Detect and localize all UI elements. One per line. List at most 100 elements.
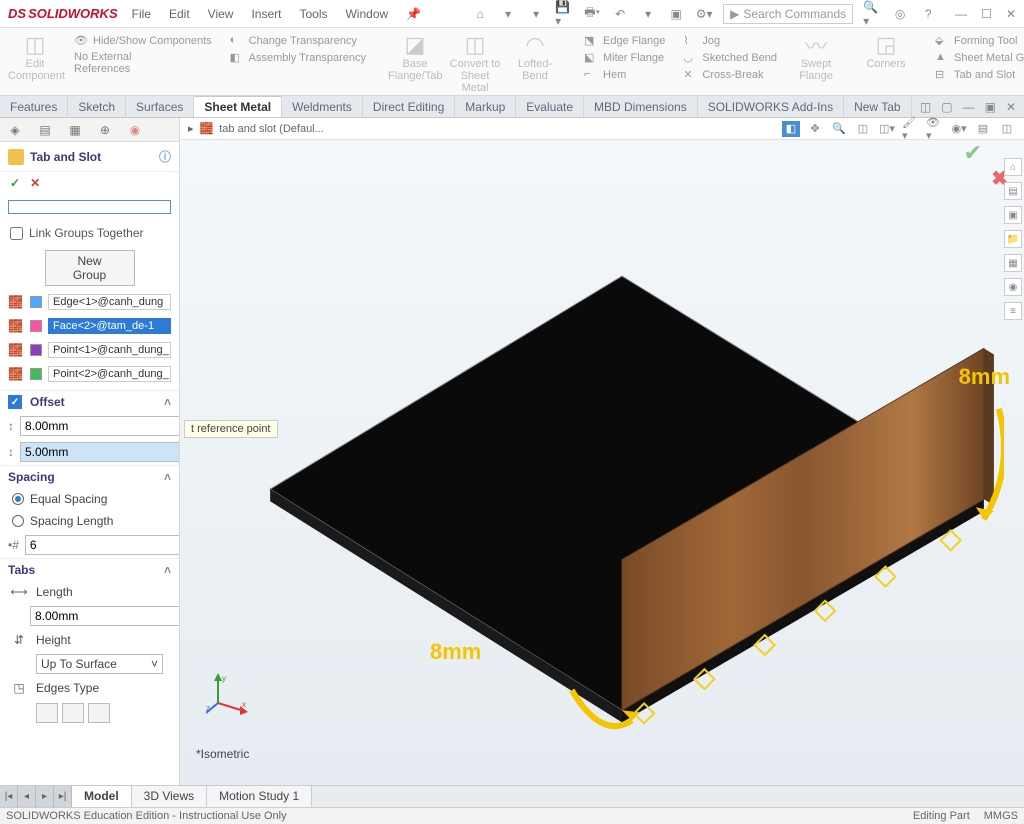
view-cube-icon[interactable]: ◧ <box>782 121 800 137</box>
tab-direct-editing[interactable]: Direct Editing <box>363 96 455 117</box>
spacing-section[interactable]: Spacing˄ <box>0 465 179 488</box>
menu-pin-icon[interactable]: 📌 <box>406 7 421 21</box>
options-icon[interactable]: ⚙▾ <box>695 5 713 23</box>
ok-indicator-icon[interactable]: ✔ <box>964 140 982 166</box>
change-transparency[interactable]: ◐Change Transparency <box>230 34 366 48</box>
task-pane[interactable]: ⌂ ▤ ▣ 📁 ▦ ◉ ≡ <box>1004 158 1024 320</box>
search-glass-icon[interactable]: 🔍▾ <box>863 5 881 23</box>
select-icon[interactable]: ▾ <box>639 5 657 23</box>
doc-name[interactable]: tab and slot (Defaul... <box>219 123 324 135</box>
appearances-icon[interactable]: ◉ <box>1004 278 1022 296</box>
no-external-references[interactable]: No External <box>74 51 212 63</box>
equal-spacing-radio[interactable]: Equal Spacing <box>12 492 167 506</box>
offset-section[interactable]: ✓Offset˄ <box>0 390 179 413</box>
capture-icon[interactable]: ◫ <box>998 121 1016 137</box>
appear-icon[interactable]: ◉▾ <box>950 121 968 137</box>
menu-view[interactable]: View <box>208 7 234 21</box>
file-explorer-icon[interactable]: 📁 <box>1004 230 1022 248</box>
view-palette-icon[interactable]: ▦ <box>1004 254 1022 272</box>
home-icon[interactable]: ⌂ <box>471 5 489 23</box>
cancel-button[interactable]: ✕ <box>30 176 40 190</box>
panel-help-icon[interactable]: ⓘ <box>159 148 171 165</box>
status-units[interactable]: MMGS <box>984 810 1018 822</box>
scene-icon[interactable]: 🖌▾ <box>902 121 920 137</box>
save-icon[interactable]: 💾▾ <box>555 5 573 23</box>
new-group-button[interactable]: New Group <box>45 250 135 286</box>
cascade-icon[interactable]: ▢ <box>941 100 952 114</box>
new-icon[interactable]: ▾ <box>499 5 517 23</box>
tab-evaluate[interactable]: Evaluate <box>516 96 584 117</box>
3d-viewport[interactable]: ▸ 🧱 tab and slot (Defaul... ◧ ✥ 🔍 ◫ ◫▾ 🖌… <box>180 118 1024 785</box>
tabs-length-input[interactable]: ▴▾ <box>30 606 171 626</box>
search-commands[interactable]: ▶Search Commands <box>723 4 853 24</box>
panel-tab-dim-icon[interactable]: ⊕ <box>90 123 120 137</box>
max-doc-icon[interactable]: ▣ <box>985 100 996 114</box>
undo-icon[interactable]: ↶ <box>611 5 629 23</box>
tab-mbd[interactable]: MBD Dimensions <box>584 96 698 117</box>
offset-1-input[interactable]: ↕▴▾ <box>8 416 171 436</box>
panel-tab-feature-icon[interactable]: ◈ <box>0 123 30 137</box>
spacing-count-input[interactable]: •#▴▾ <box>8 535 171 555</box>
tab-sketch[interactable]: Sketch <box>68 96 126 117</box>
menu-edit[interactable]: Edit <box>169 7 190 21</box>
panel-tab-config-icon[interactable]: ▤ <box>30 123 60 137</box>
spacing-length-radio[interactable]: Spacing Length <box>12 514 167 528</box>
selection-point1[interactable]: 🧱Point<1>@canh_dung_ <box>8 342 171 358</box>
tab-new[interactable]: New Tab <box>844 96 911 117</box>
section-icon[interactable]: ◫ <box>854 121 872 137</box>
hide-show-components[interactable]: 👁Hide/Show Components <box>74 34 212 48</box>
btab-first[interactable]: |◂ <box>0 786 18 807</box>
view-tool-icon[interactable]: ✥ <box>806 121 824 137</box>
offset-2-input[interactable]: ↕▴▾ <box>8 442 171 462</box>
minimize-doc-icon[interactable]: — <box>963 100 975 114</box>
link-groups-checkbox[interactable]: Link Groups Together <box>10 226 169 240</box>
resources-icon[interactable]: ▤ <box>1004 182 1022 200</box>
user-icon[interactable]: ◎ <box>891 5 909 23</box>
home-pane-icon[interactable]: ⌂ <box>1004 158 1022 176</box>
tab-features[interactable]: Features <box>0 96 68 117</box>
custom-props-icon[interactable]: ≡ <box>1004 302 1022 320</box>
assembly-transparency[interactable]: ◧Assembly Transparency <box>230 51 366 65</box>
btab-next[interactable]: ▸ <box>36 786 54 807</box>
minimize-button[interactable]: — <box>955 7 967 21</box>
orientation-triad[interactable]: y x z <box>206 671 250 715</box>
panel-tab-appear-icon[interactable]: ◉ <box>120 123 150 137</box>
open-icon[interactable]: ▾ <box>527 5 545 23</box>
menu-file[interactable]: File <box>132 7 151 21</box>
maximize-button[interactable]: ☐ <box>981 7 992 21</box>
edge-type-buttons[interactable] <box>36 703 143 723</box>
tile-icon[interactable]: ◫ <box>920 100 931 114</box>
group-header[interactable] <box>8 200 171 214</box>
tab-surfaces[interactable]: Surfaces <box>126 96 194 117</box>
tree-arrow-icon[interactable]: ▸ <box>188 122 194 135</box>
rebuild-icon[interactable]: ▣ <box>667 5 685 23</box>
bottom-tab-model[interactable]: Model <box>72 786 132 807</box>
print-icon[interactable]: 🖶▾ <box>583 5 601 23</box>
tab-markup[interactable]: Markup <box>455 96 516 117</box>
render-icon[interactable]: ▤ <box>974 121 992 137</box>
tabs-section[interactable]: Tabs˄ <box>0 558 179 581</box>
display-style-icon[interactable]: ◫▾ <box>878 121 896 137</box>
zoom-icon[interactable]: 🔍 <box>830 121 848 137</box>
edit-component-button[interactable]: ◫EditComponent <box>8 32 62 82</box>
height-select[interactable]: Up To Surface˅ <box>36 654 163 674</box>
bottom-tab-3dviews[interactable]: 3D Views <box>132 786 207 807</box>
menu-insert[interactable]: Insert <box>251 7 281 21</box>
tab-addins[interactable]: SOLIDWORKS Add-Ins <box>698 96 844 117</box>
panel-tab-display-icon[interactable]: ▦ <box>60 123 90 137</box>
help-icon[interactable]: ? <box>919 5 937 23</box>
design-lib-icon[interactable]: ▣ <box>1004 206 1022 224</box>
btab-last[interactable]: ▸| <box>54 786 72 807</box>
close-doc-icon[interactable]: ✕ <box>1006 100 1016 114</box>
selection-edge[interactable]: 🧱Edge<1>@canh_dung <box>8 294 171 310</box>
menu-window[interactable]: Window <box>345 7 388 21</box>
hide-icon[interactable]: 👁▾ <box>926 121 944 137</box>
selection-point2[interactable]: 🧱Point<2>@canh_dung_ <box>8 366 171 382</box>
tab-sheet-metal[interactable]: Sheet Metal <box>194 96 282 117</box>
btab-prev[interactable]: ◂ <box>18 786 36 807</box>
selection-face[interactable]: 🧱Face<2>@tam_de-1 <box>8 318 171 334</box>
menu-tools[interactable]: Tools <box>299 7 327 21</box>
accept-button[interactable]: ✓ <box>10 176 20 190</box>
close-button[interactable]: ✕ <box>1006 7 1016 21</box>
tab-weldments[interactable]: Weldments <box>282 96 363 117</box>
